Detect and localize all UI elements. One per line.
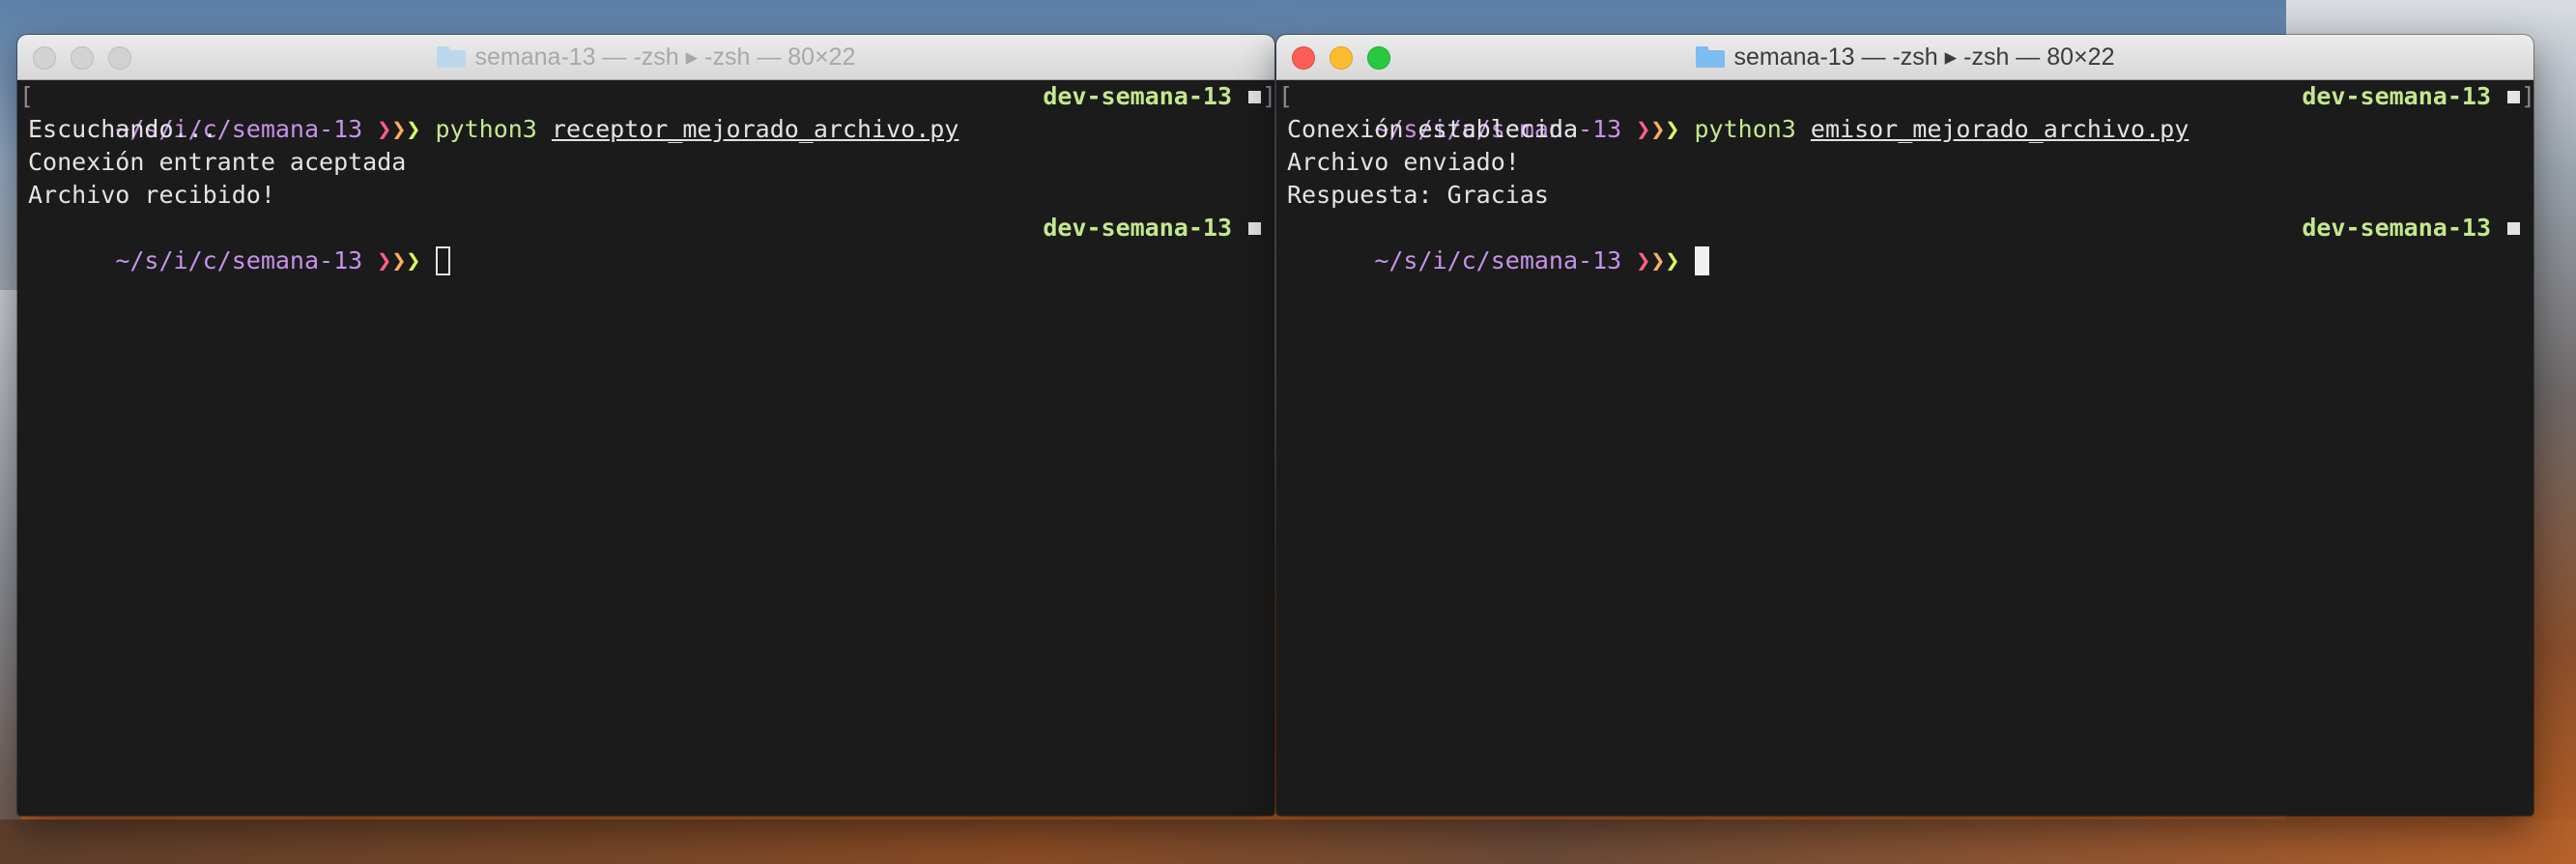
output-line: Archivo enviado! bbox=[1287, 148, 1520, 176]
text-cursor bbox=[435, 246, 450, 275]
status-square-icon bbox=[2507, 91, 2520, 103]
window-title-text: semana-13 — -zsh ▸ -zsh — 80×22 bbox=[1733, 43, 2115, 71]
window-title: semana-13 — -zsh ▸ -zsh — 80×22 bbox=[1276, 35, 2533, 79]
folder-icon bbox=[1695, 46, 1725, 68]
prompt-line-current: ~/s/i/c/semana-13 ❯❯❯ dev-semana-13 bbox=[28, 212, 1274, 275]
text-cursor bbox=[1694, 246, 1709, 275]
prompt-line: [~/s/i/c/semana-13 ❯❯❯ python3 receptor_… bbox=[19, 80, 1274, 143]
status-square-icon bbox=[1248, 91, 1261, 103]
output-line: Conexión establecida bbox=[1287, 115, 1579, 143]
prompt-right-bracket: ] bbox=[2521, 80, 2533, 113]
terminal-window-receptor[interactable]: semana-13 — -zsh ▸ -zsh — 80×22 [~/s/i/c… bbox=[17, 35, 1274, 816]
window-title: semana-13 — -zsh ▸ -zsh — 80×22 bbox=[17, 35, 1274, 79]
output-line: Archivo recibido! bbox=[28, 181, 275, 209]
git-branch: dev-semana-13 bbox=[1043, 214, 1232, 242]
prompt-arrows: ❯❯❯ bbox=[1636, 246, 1680, 274]
prompt-path: ~/s/i/c/semana-13 bbox=[115, 246, 363, 274]
status-square-icon bbox=[2507, 222, 2520, 235]
git-branch: dev-semana-13 bbox=[2302, 82, 2491, 110]
output-line: Respuesta: Gracias bbox=[1287, 181, 1549, 209]
prompt-line-current: ~/s/i/c/semana-13 ❯❯❯ dev-semana-13 bbox=[1287, 212, 2533, 275]
output-line: Conexión entrante aceptada bbox=[28, 148, 407, 176]
git-branch: dev-semana-13 bbox=[2302, 214, 2491, 242]
desktop-wallpaper-ground bbox=[0, 820, 2576, 864]
window-titlebar[interactable]: semana-13 — -zsh ▸ -zsh — 80×22 bbox=[1276, 35, 2533, 80]
output-line: Escuchando... bbox=[28, 115, 217, 143]
prompt-arrows: ❯❯❯ bbox=[377, 246, 421, 274]
prompt-line: [~/s/i/c/semana-13 ❯❯❯ python3 emisor_me… bbox=[1278, 80, 2533, 143]
terminal-content[interactable]: [~/s/i/c/semana-13 ❯❯❯ python3 receptor_… bbox=[17, 80, 1274, 275]
window-title-text: semana-13 — -zsh ▸ -zsh — 80×22 bbox=[474, 43, 856, 71]
prompt-bracket: [ bbox=[19, 82, 35, 110]
status-square-icon bbox=[1248, 222, 1261, 235]
folder-icon bbox=[436, 46, 466, 68]
git-branch: dev-semana-13 bbox=[1043, 82, 1232, 110]
prompt-bracket: [ bbox=[1278, 82, 1294, 110]
window-titlebar[interactable]: semana-13 — -zsh ▸ -zsh — 80×22 bbox=[17, 35, 1274, 80]
terminal-window-emisor[interactable]: semana-13 — -zsh ▸ -zsh — 80×22 [~/s/i/c… bbox=[1276, 35, 2533, 816]
prompt-path: ~/s/i/c/semana-13 bbox=[1374, 246, 1622, 274]
terminal-content[interactable]: [~/s/i/c/semana-13 ❯❯❯ python3 emisor_me… bbox=[1276, 80, 2533, 275]
prompt-right-bracket: ] bbox=[1262, 80, 1274, 113]
